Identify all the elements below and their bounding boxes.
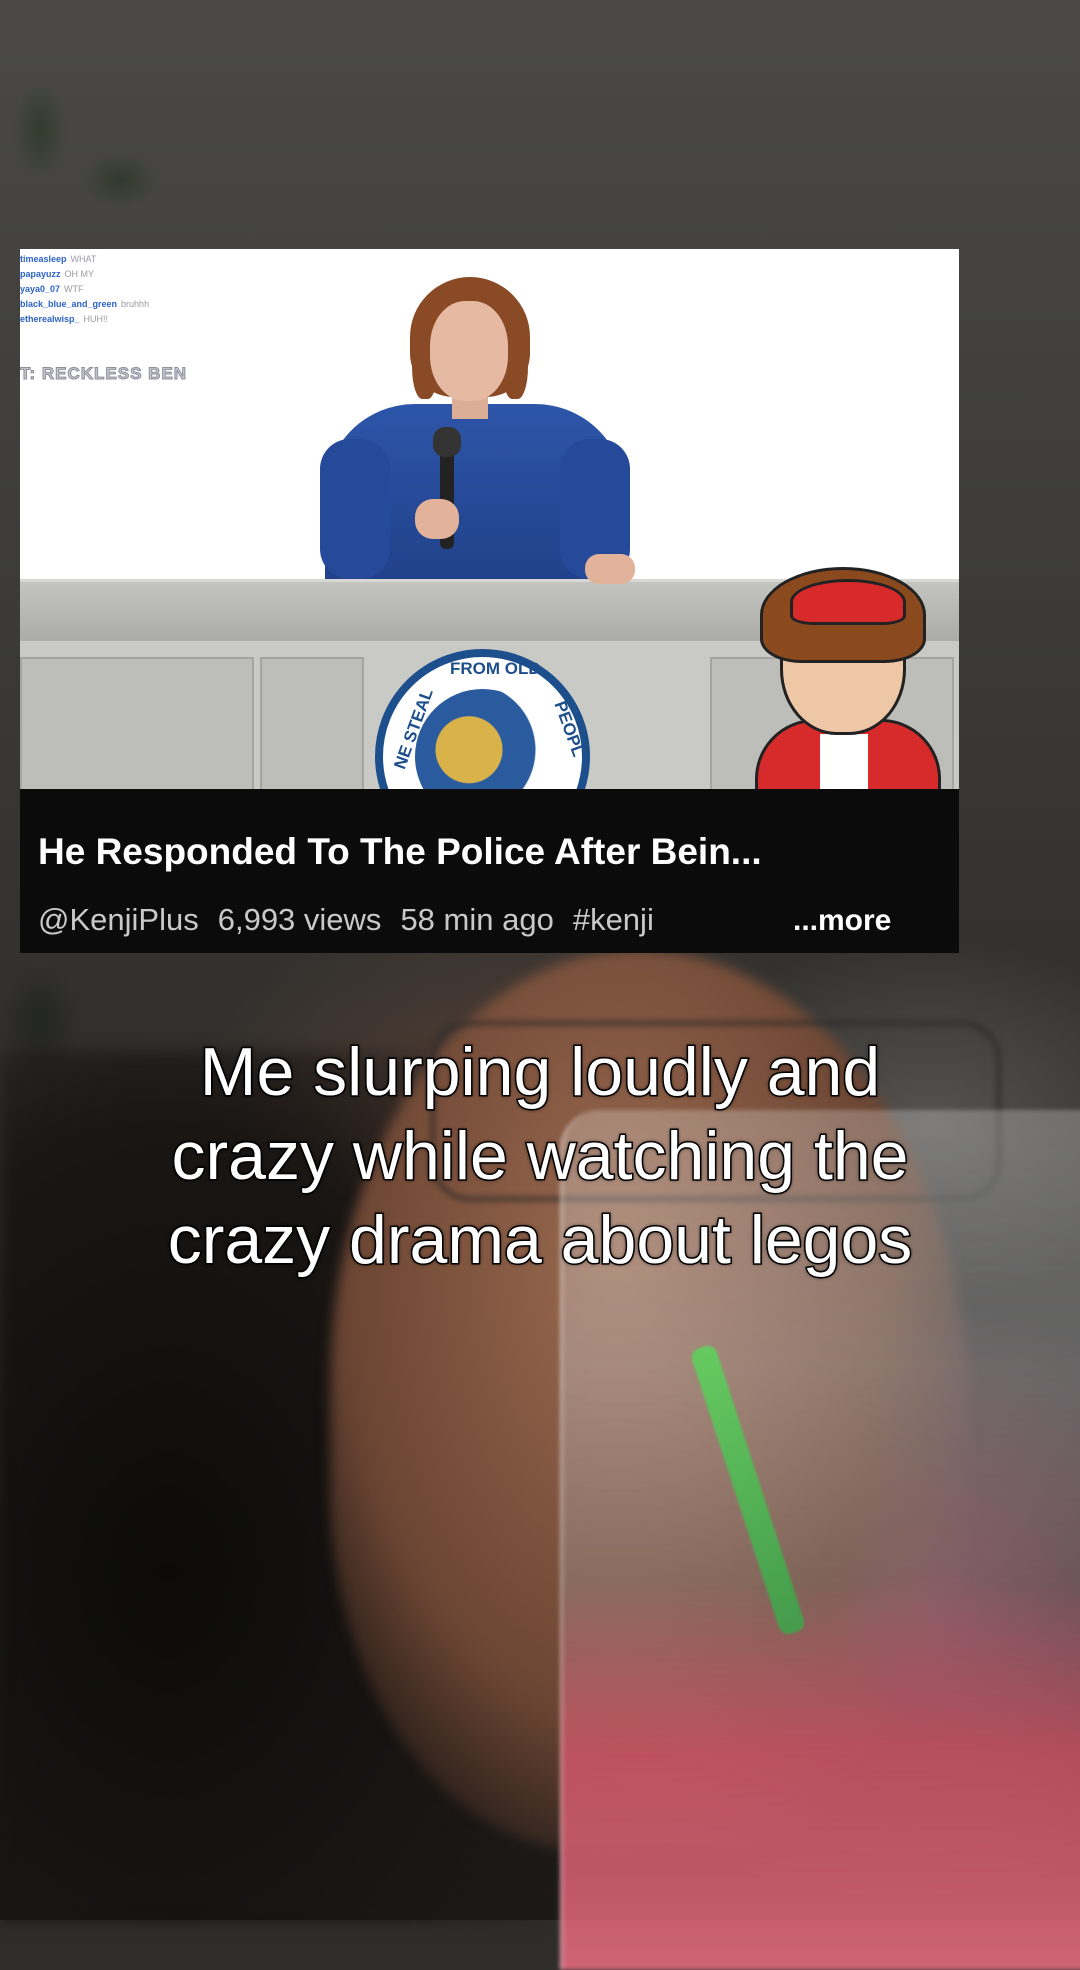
chat-user: etherealwisp_ [20, 314, 80, 324]
chat-line: papayuzz OH MY [20, 267, 149, 282]
stream-chat: timeasleep WHAT papayuzz OH MY yaya0_07 WTF… [20, 252, 149, 327]
caption-line: crazy while watching the [170, 1117, 910, 1196]
youtube-video-card[interactable]: timeasleep WHAT papayuzz OH MY yaya0_07 WTF… [20, 249, 959, 953]
cartoon-collar [820, 734, 868, 789]
chat-user: timeasleep [20, 254, 67, 264]
seal-text-top: FROM OLD [450, 659, 541, 678]
cartoon-cap [790, 579, 906, 625]
chat-message: HUH!! [83, 314, 109, 324]
person-hand [415, 499, 459, 539]
chat-message: OH MY [64, 269, 95, 279]
channel-handle[interactable]: @KenjiPlus [38, 902, 199, 937]
chat-message: bruhhh [121, 299, 150, 309]
chat-user: black_blue_and_green [20, 299, 118, 309]
person-hand [585, 554, 635, 584]
video-title[interactable]: He Responded To The Police After Bein... [38, 831, 762, 873]
chat-user: yaya0_07 [20, 284, 61, 294]
podium-panel [260, 657, 364, 789]
person-face [430, 301, 508, 401]
upload-time: 58 min ago [400, 902, 554, 937]
chat-line: timeasleep WHAT [20, 252, 149, 267]
more-button[interactable]: ...more [793, 904, 891, 938]
chat-line: yaya0_07 WTF [20, 282, 149, 297]
video-thumbnail[interactable]: timeasleep WHAT papayuzz OH MY yaya0_07 WTF… [20, 249, 959, 789]
caption-overlay: Me slurping loudly and crazy while watch… [40, 1030, 1040, 1282]
hashtag[interactable]: #kenji [573, 902, 654, 937]
chat-line: etherealwisp_ HUH!! [20, 312, 149, 327]
view-count: 6,993 views [217, 902, 382, 937]
person-arm [320, 439, 390, 579]
stream-title: T: RECKLESS BEN [20, 364, 188, 384]
chat-message: WTF [64, 284, 84, 294]
chat-user: papayuzz [20, 269, 61, 279]
chat-message: WHAT [70, 254, 97, 264]
microphone-head [433, 427, 461, 457]
video-meta: @KenjiPlus 6,993 views 58 min ago #kenji [38, 902, 673, 938]
chat-line: black_blue_and_green bruhhh [20, 297, 149, 312]
caption-line: crazy drama about legos [166, 1201, 914, 1280]
caption-line: Me slurping loudly and [198, 1033, 881, 1112]
podium-panel [20, 657, 254, 789]
